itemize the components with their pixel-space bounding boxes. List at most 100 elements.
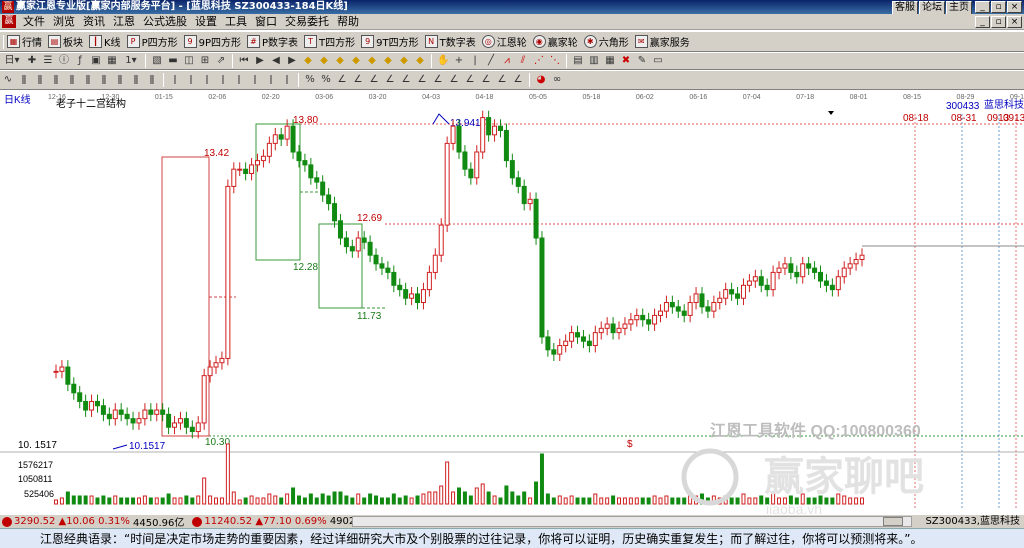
close-icon[interactable]: × xyxy=(1007,1,1022,13)
sz-index[interactable]: 11240.52 ▲ 77.10 0.69% 4902.30 xyxy=(190,516,371,527)
angle11-icon[interactable]: ∠ xyxy=(496,74,508,86)
trend-icon[interactable]: ⩘ xyxy=(501,55,513,67)
arrow-icon[interactable]: ⇗ xyxy=(215,55,227,67)
tb-sector-button[interactable]: ▤ 板块 xyxy=(48,34,83,49)
sh-index[interactable]: 3290.52 ▲ 10.06 0.31% 4450.96亿 xyxy=(0,514,184,529)
cycle-icon[interactable]: ǀ xyxy=(169,74,181,86)
cycle2-icon[interactable]: ǀ xyxy=(185,74,197,86)
angle12-icon[interactable]: ∠ xyxy=(512,74,524,86)
menu-trade[interactable]: 交易委托 xyxy=(281,14,333,30)
diamond2-icon[interactable]: ◆ xyxy=(318,55,330,67)
zoom-icon[interactable]: ⊞ xyxy=(199,55,211,67)
tb-t-square-button[interactable]: T T四方形 xyxy=(304,34,355,49)
forward-icon[interactable]: ▶ xyxy=(286,55,298,67)
split-icon[interactable]: ◫ xyxy=(183,55,195,67)
table-icon[interactable]: ▤ xyxy=(572,55,584,67)
tb-9p-square-button[interactable]: 9 9P四方形 xyxy=(183,34,241,49)
diamond6-icon[interactable]: ◆ xyxy=(382,55,394,67)
menu-window[interactable]: 窗口 xyxy=(251,14,281,30)
angle8-icon[interactable]: ∠ xyxy=(448,74,460,86)
menu-info[interactable]: 资讯 xyxy=(79,14,109,30)
trash-icon[interactable]: ✖ xyxy=(620,55,632,67)
scrollbar-thumb[interactable] xyxy=(883,517,903,526)
diamond-icon[interactable]: ◆ xyxy=(302,55,314,67)
edit-icon[interactable]: ✎ xyxy=(636,55,648,67)
bars2-icon[interactable]: ǁ xyxy=(34,74,46,86)
diamond5-icon[interactable]: ◆ xyxy=(366,55,378,67)
bars8-icon[interactable]: ǁ xyxy=(130,74,142,86)
bars4-icon[interactable]: ǁ xyxy=(66,74,78,86)
angle7-icon[interactable]: ∠ xyxy=(432,74,444,86)
child-minimize-icon[interactable]: _ xyxy=(975,16,990,28)
cycle4-icon[interactable]: ǀ xyxy=(217,74,229,86)
angle5-icon[interactable]: ∠ xyxy=(400,74,412,86)
diamond8-icon[interactable]: ◆ xyxy=(414,55,426,67)
fan-icon[interactable]: ⫽ xyxy=(517,55,529,67)
monitor-icon[interactable]: ▭ xyxy=(652,55,664,67)
menu-formula[interactable]: 公式选股 xyxy=(139,14,191,30)
first-icon[interactable]: ⏮ xyxy=(238,55,250,67)
crosshair-icon[interactable]: ✚ xyxy=(26,55,38,67)
bars-icon[interactable]: ǁ xyxy=(18,74,30,86)
layout-icon[interactable]: ▣ xyxy=(90,55,102,67)
angle-icon[interactable]: ∠ xyxy=(336,74,348,86)
pie-icon[interactable]: ◕ xyxy=(535,74,547,86)
link-icon[interactable]: ∞ xyxy=(551,74,563,86)
menu-help[interactable]: 帮助 xyxy=(333,14,363,30)
tb-t-number-button[interactable]: N T数字表 xyxy=(424,34,476,49)
menu-settings[interactable]: 设置 xyxy=(191,14,221,30)
print-icon[interactable]: ▦ xyxy=(604,55,616,67)
tb-9t-square-button[interactable]: 9 9T四方形 xyxy=(361,34,419,49)
link-support[interactable]: 客服 xyxy=(892,1,918,15)
vline-icon[interactable]: | xyxy=(469,55,481,67)
angle6-icon[interactable]: ∠ xyxy=(416,74,428,86)
ruler-icon[interactable]: ▬ xyxy=(167,55,179,67)
chart-type-icon[interactable]: ▧ xyxy=(151,55,163,67)
save-icon[interactable]: ▥ xyxy=(588,55,600,67)
bars6-icon[interactable]: ǁ xyxy=(98,74,110,86)
cycle5-icon[interactable]: ǀ xyxy=(233,74,245,86)
bars9-icon[interactable]: ǁ xyxy=(146,74,158,86)
channel-icon[interactable]: ⋰ xyxy=(533,55,545,67)
ratio-icon[interactable]: % xyxy=(320,74,332,86)
bars3-icon[interactable]: ǁ xyxy=(50,74,62,86)
child-close-icon[interactable]: × xyxy=(1007,16,1022,28)
day-period-dropdown[interactable]: 日▾ xyxy=(2,55,22,67)
line-icon[interactable]: ╱ xyxy=(485,55,497,67)
chart-canvas[interactable]: 12-16 12-30 01-15 02-06 02-20 03-06 03-20 04-03… xyxy=(0,90,1024,514)
cycle7-icon[interactable]: ǀ xyxy=(265,74,277,86)
child-restore-icon[interactable]: ▫ xyxy=(991,16,1006,28)
percent-icon[interactable]: % xyxy=(304,74,316,86)
menu-file[interactable]: 文件 xyxy=(19,14,49,30)
tb-quotes-button[interactable]: ▦ 行情 xyxy=(7,34,42,49)
angle3-icon[interactable]: ∠ xyxy=(368,74,380,86)
play-icon[interactable]: ▶ xyxy=(254,55,266,67)
menu-tools[interactable]: 工具 xyxy=(221,14,251,30)
bars7-icon[interactable]: ǁ xyxy=(114,74,126,86)
formula-icon[interactable]: ƒ xyxy=(74,55,86,67)
horizontal-scrollbar[interactable] xyxy=(352,516,912,527)
grid2-icon[interactable]: ▦ xyxy=(106,55,118,67)
tb-kline-button[interactable]: ┃ K线 xyxy=(89,34,121,49)
list-icon[interactable]: ☰ xyxy=(42,55,54,67)
info-icon[interactable]: ⓘ xyxy=(58,55,70,67)
cycle3-icon[interactable]: ǀ xyxy=(201,74,213,86)
angle4-icon[interactable]: ∠ xyxy=(384,74,396,86)
menu-gann[interactable]: 江恩 xyxy=(109,14,139,30)
angle9-icon[interactable]: ∠ xyxy=(464,74,476,86)
menu-browse[interactable]: 浏览 xyxy=(49,14,79,30)
bars5-icon[interactable]: ǁ xyxy=(82,74,94,86)
tb-service-button[interactable]: ✉ 赢家服务 xyxy=(634,34,690,49)
minimize-icon[interactable]: _ xyxy=(975,1,990,13)
sine-icon[interactable]: ∿ xyxy=(2,74,14,86)
angle10-icon[interactable]: ∠ xyxy=(480,74,492,86)
angle2-icon[interactable]: ∠ xyxy=(352,74,364,86)
link-home[interactable]: 主页 xyxy=(946,1,972,15)
tb-p-square-button[interactable]: P P四方形 xyxy=(126,34,178,49)
cycle8-icon[interactable]: ǀ xyxy=(281,74,293,86)
diamond4-icon[interactable]: ◆ xyxy=(350,55,362,67)
restore-icon[interactable]: ▫ xyxy=(991,1,1006,13)
hand-icon[interactable]: ✋ xyxy=(437,55,449,67)
tb-winner-wheel-button[interactable]: ◉ 赢家轮 xyxy=(532,34,578,49)
prev-icon[interactable]: ◀ xyxy=(270,55,282,67)
